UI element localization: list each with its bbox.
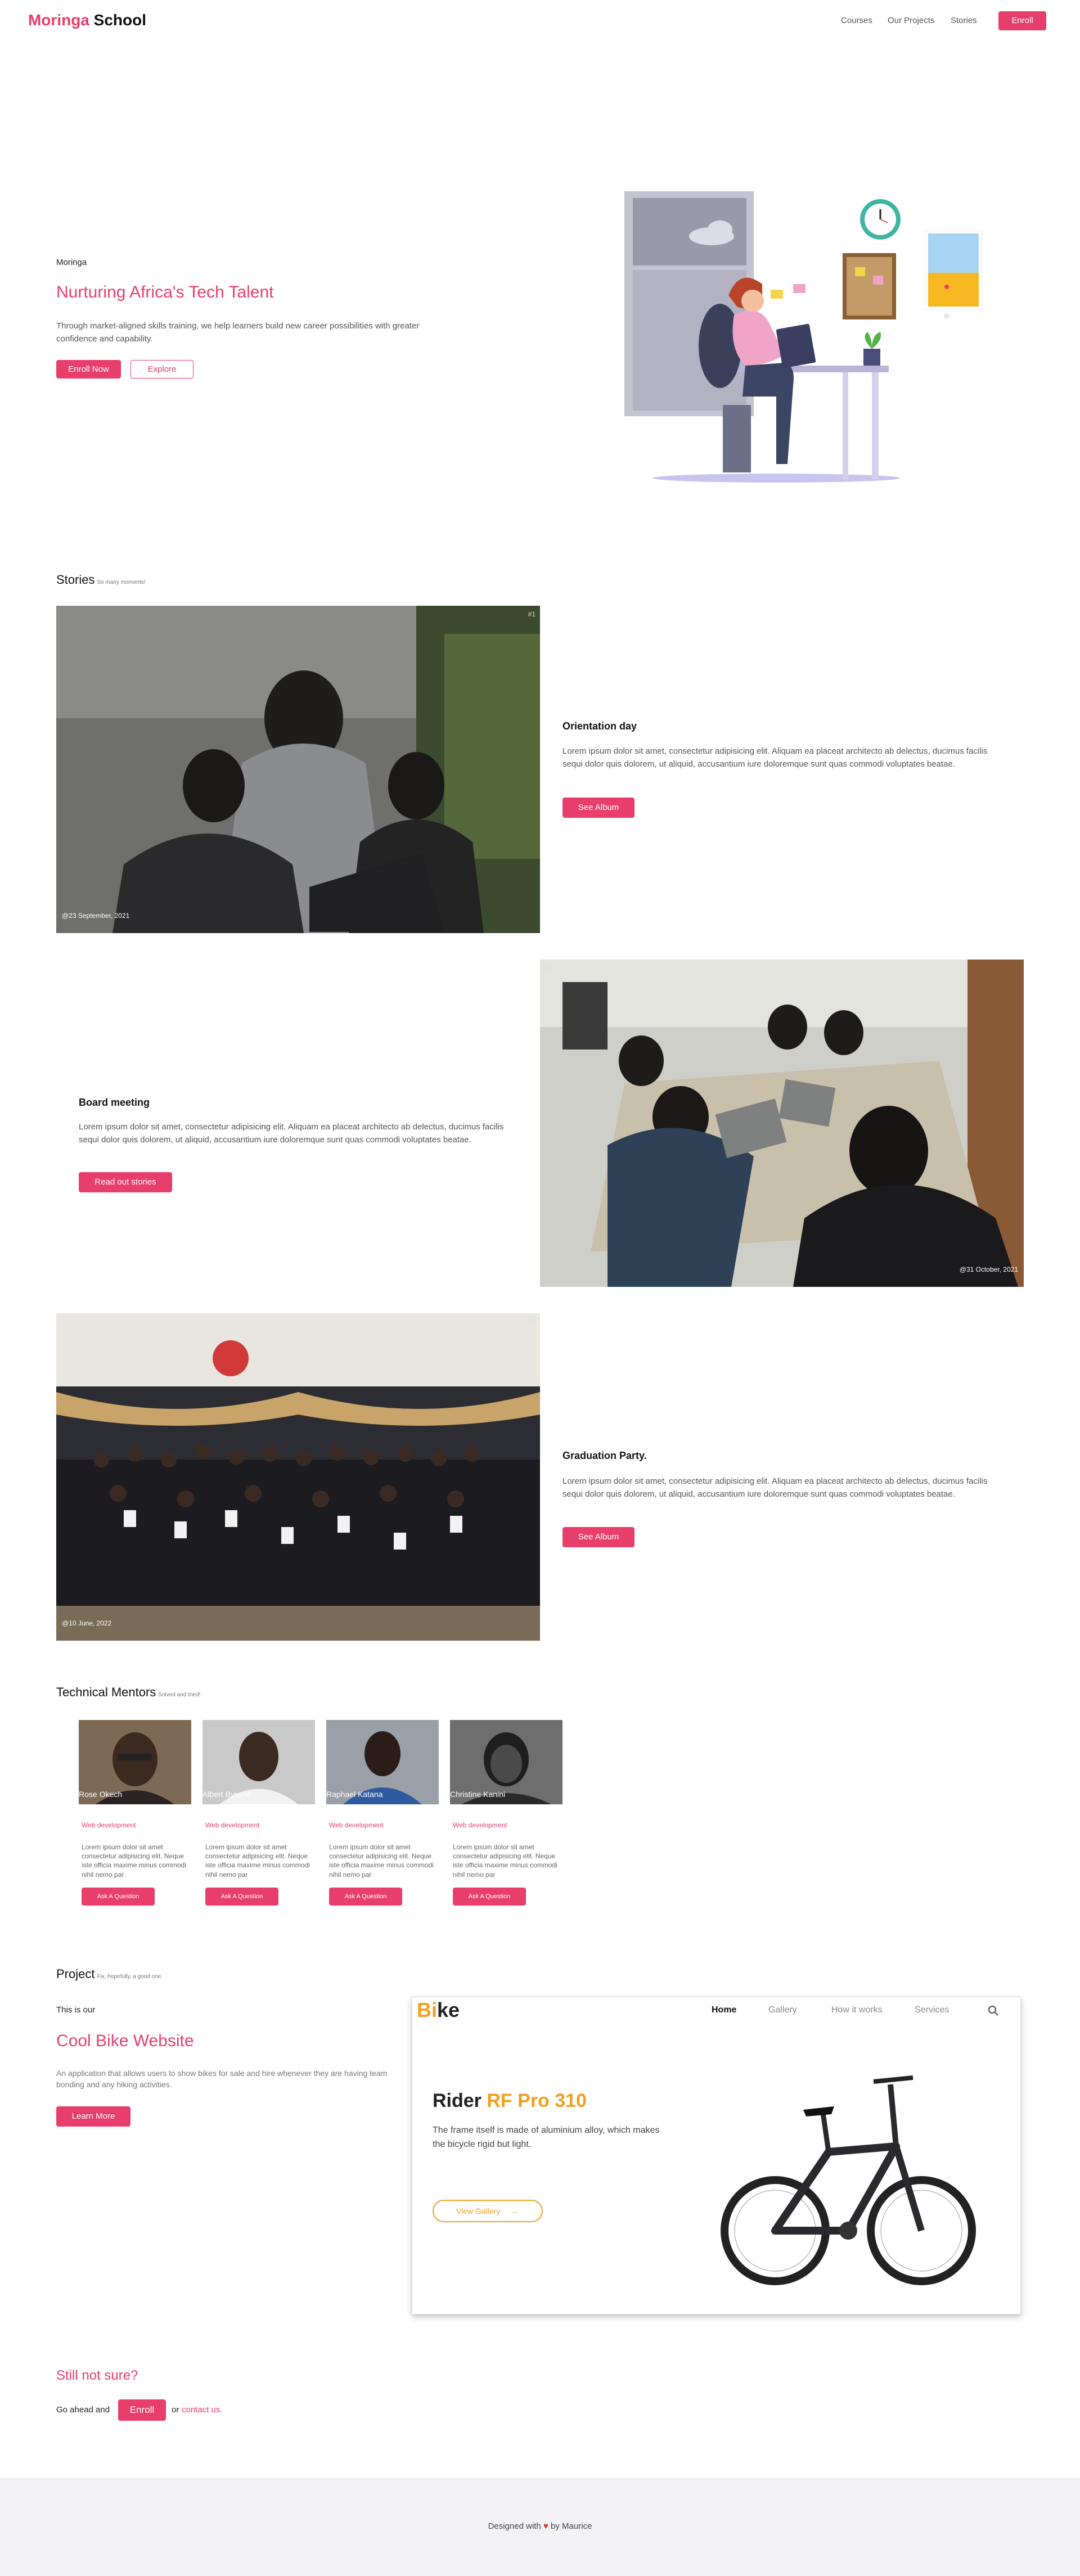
mentor-name: Christine Kanini: [450, 1790, 506, 1799]
bike-nav-gallery[interactable]: Gallery: [768, 2005, 797, 2015]
mentor-name: Raphael Katana: [326, 1790, 383, 1799]
story-number: #3: [528, 1318, 536, 1326]
mentor-role: Web development: [453, 1821, 507, 1829]
mentor-text: Lorem ipsum dolor sit amet consectetur a…: [205, 1843, 310, 1879]
see-album-button[interactable]: See Album: [562, 1527, 634, 1547]
mentor-card: Raphael Katana Web development Lorem ips…: [326, 1720, 439, 1906]
read-stories-button[interactable]: Read out stories: [79, 1172, 172, 1192]
story-text-orientation: Lorem ipsum dolor sit amet, consectetur …: [562, 746, 988, 769]
hero-illustration: [624, 191, 982, 483]
bike-description: The frame itself is made of aluminium al…: [433, 2125, 660, 2149]
ask-question-button[interactable]: Ask A Question: [205, 1888, 278, 1906]
brand-logo[interactable]: Moringa School: [28, 11, 146, 29]
footer-credit: Designed with ♥ by Maurice: [0, 2521, 1080, 2531]
nav-link-courses[interactable]: Courses: [841, 16, 872, 25]
bike-heading-part2: RF Pro 310: [487, 2090, 587, 2111]
mentors-heading: Technical Mentors Solved and tried!: [56, 1685, 200, 1700]
project-description: An application that allows users to show…: [56, 2069, 388, 2089]
story-text-board: Lorem ipsum dolor sit amet, consectetur …: [79, 1122, 504, 1145]
view-gallery-button[interactable]: View Gallery →: [433, 2200, 543, 2222]
story-photo-graduation: #3 @10 June, 2022: [56, 1313, 540, 1641]
project-subtitle: Fix, hopefully, a good one.: [97, 1974, 163, 1980]
hero-title: Nurturing Africa's Tech Talent: [56, 283, 274, 301]
hero-description: Through market-aligned skills training, …: [56, 321, 420, 344]
stories-subtitle: So many moments!: [97, 579, 146, 586]
mentor-card: Rose Okech Web development Lorem ipsum d…: [79, 1720, 191, 1906]
search-icon[interactable]: [988, 2005, 999, 2016]
mentor-name: Albert Byrone: [202, 1790, 250, 1799]
bike-logo-part1: Bi: [417, 1998, 437, 2021]
story-date: @10 June, 2022: [62, 1619, 112, 1627]
ask-question-button[interactable]: Ask A Question: [82, 1888, 155, 1906]
nav-link-projects[interactable]: Our Projects: [888, 16, 934, 25]
story-date: @23 September, 2021: [62, 912, 130, 920]
footer: Designed with ♥ by Maurice: [0, 2478, 1080, 2576]
mentor-photo: Rose Okech: [79, 1720, 191, 1804]
top-navbar: Moringa School Courses Our Projects Stor…: [0, 0, 1080, 42]
mentor-role: Web development: [329, 1821, 384, 1829]
cta-middle: or: [172, 2405, 179, 2415]
cta-prefix: Go ahead and: [56, 2405, 110, 2415]
mentor-card: Christine Kanini Web development Lorem i…: [450, 1720, 562, 1906]
mentors-subtitle: Solved and tried!: [158, 1692, 201, 1698]
mentor-text: Lorem ipsum dolor sit amet consectetur a…: [329, 1843, 434, 1879]
mentor-photo: Raphael Katana: [326, 1720, 439, 1804]
project-preview-card[interactable]: Bike Home Gallery How it works Services …: [412, 1997, 1021, 2314]
enroll-now-button[interactable]: Enroll Now: [56, 360, 121, 379]
bike-nav-services[interactable]: Services: [915, 2005, 949, 2015]
contact-us-link[interactable]: contact us.: [182, 2405, 223, 2415]
cta-enroll-button[interactable]: Enroll: [118, 2399, 166, 2421]
mentors-title: Technical Mentors: [56, 1685, 156, 1699]
mentor-role: Web development: [82, 1821, 136, 1829]
ask-question-button[interactable]: Ask A Question: [329, 1888, 402, 1906]
brand-part-moringa: Moringa: [28, 11, 89, 29]
story-text-graduation: Lorem ipsum dolor sit amet, consectetur …: [562, 1476, 988, 1499]
mentor-name: Rose Okech: [79, 1790, 123, 1799]
bike-heading-part1: Rider: [433, 2090, 482, 2111]
project-kicker: This is our: [56, 2005, 96, 2015]
bike-heading: Rider RF Pro 310: [433, 2090, 587, 2112]
story-date: @31 October, 2021: [959, 1266, 1018, 1273]
bike-nav-how[interactable]: How it works: [831, 2005, 883, 2015]
story-title-orientation: Orientation day: [562, 720, 637, 732]
mentor-text: Lorem ipsum dolor sit amet consectetur a…: [82, 1843, 186, 1879]
mentor-card: Albert Byrone Web development Lorem ipsu…: [202, 1720, 315, 1906]
mentor-photo: Albert Byrone: [202, 1720, 315, 1804]
story-photo-board: #2 @31 October, 2021: [540, 960, 1024, 1287]
learn-more-button[interactable]: Learn More: [56, 2106, 130, 2127]
brand-part-school: School: [93, 11, 147, 29]
stories-title: Stories: [56, 573, 95, 587]
bike-logo-part2: ke: [437, 1998, 460, 2021]
stories-heading: Stories So many moments!: [56, 573, 146, 587]
footer-suffix: by Maurice: [551, 2521, 592, 2531]
project-name: Cool Bike Website: [56, 2032, 194, 2050]
footer-prefix: Designed with: [488, 2521, 541, 2531]
bike-nav-home[interactable]: Home: [712, 2005, 736, 2015]
bike-logo: Bike: [417, 1998, 460, 2022]
mentor-role: Web development: [205, 1821, 260, 1829]
project-heading: Project Fix, hopefully, a good one.: [56, 1967, 163, 1981]
ask-question-button[interactable]: Ask A Question: [453, 1888, 526, 1906]
story-photo-orientation-image: [56, 606, 540, 933]
story-number: #2: [546, 964, 554, 972]
nav-link-stories[interactable]: Stories: [951, 16, 977, 25]
view-gallery-label: View Gallery: [456, 2206, 501, 2215]
story-photo-board-image: [540, 960, 1024, 1287]
arrow-right-icon: →: [510, 2206, 519, 2215]
mentor-photo: Christine Kanini: [450, 1720, 562, 1804]
nav-enroll-button[interactable]: Enroll: [998, 11, 1046, 30]
hero-kicker: Moringa: [56, 258, 87, 267]
heart-icon: ♥: [543, 2521, 548, 2531]
explore-button[interactable]: Explore: [130, 360, 194, 379]
story-title-graduation: Graduation Party.: [562, 1450, 647, 1461]
mentor-text: Lorem ipsum dolor sit amet consectetur a…: [453, 1843, 557, 1879]
cta-title: Still not sure?: [56, 2368, 138, 2383]
story-title-board: Board meeting: [79, 1097, 150, 1108]
see-album-button[interactable]: See Album: [562, 798, 634, 818]
story-photo-graduation-image: [56, 1313, 540, 1641]
bike-image: [721, 2075, 976, 2285]
project-title: Project: [56, 1967, 95, 1981]
story-number: #1: [528, 610, 536, 618]
story-photo-orientation: #1 @23 September, 2021: [56, 606, 540, 933]
